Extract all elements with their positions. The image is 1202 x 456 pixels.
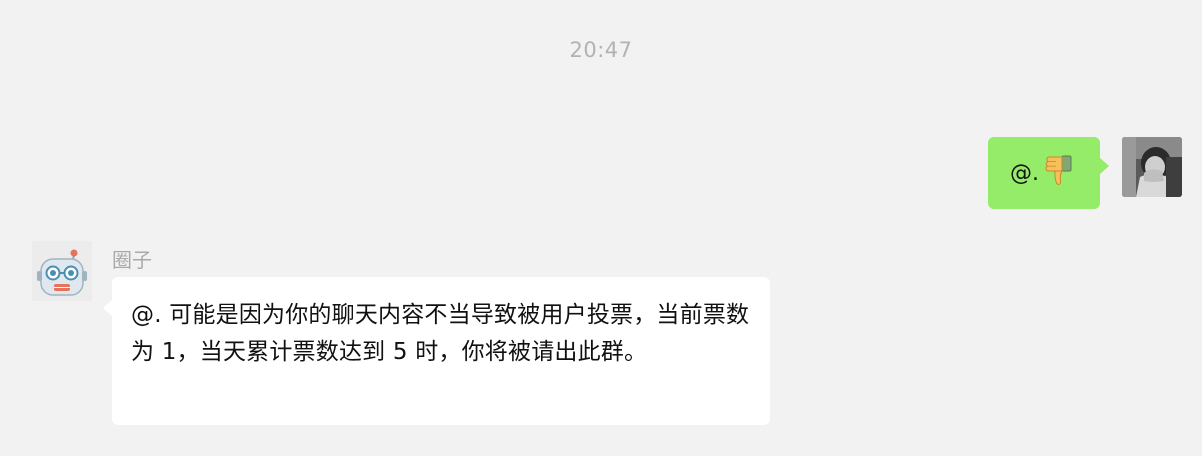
message-timestamp: 20:47	[569, 38, 633, 62]
thumbs-down-icon	[1045, 154, 1073, 192]
incoming-message-text: @. 可能是因为你的聊天内容不当导致被用户投票，当前票数为 1，当天累计票数达到…	[131, 302, 750, 365]
outgoing-message-bubble[interactable]: @.	[988, 137, 1109, 209]
bot-avatar[interactable]	[32, 241, 92, 301]
incoming-message-bubble[interactable]: @. 可能是因为你的聊天内容不当导致被用户投票，当前票数为 1，当天累计票数达到…	[103, 277, 770, 425]
outgoing-message-text: @.	[1010, 160, 1039, 186]
self-avatar[interactable]	[1122, 137, 1182, 197]
sender-name: 圈子	[112, 248, 152, 272]
